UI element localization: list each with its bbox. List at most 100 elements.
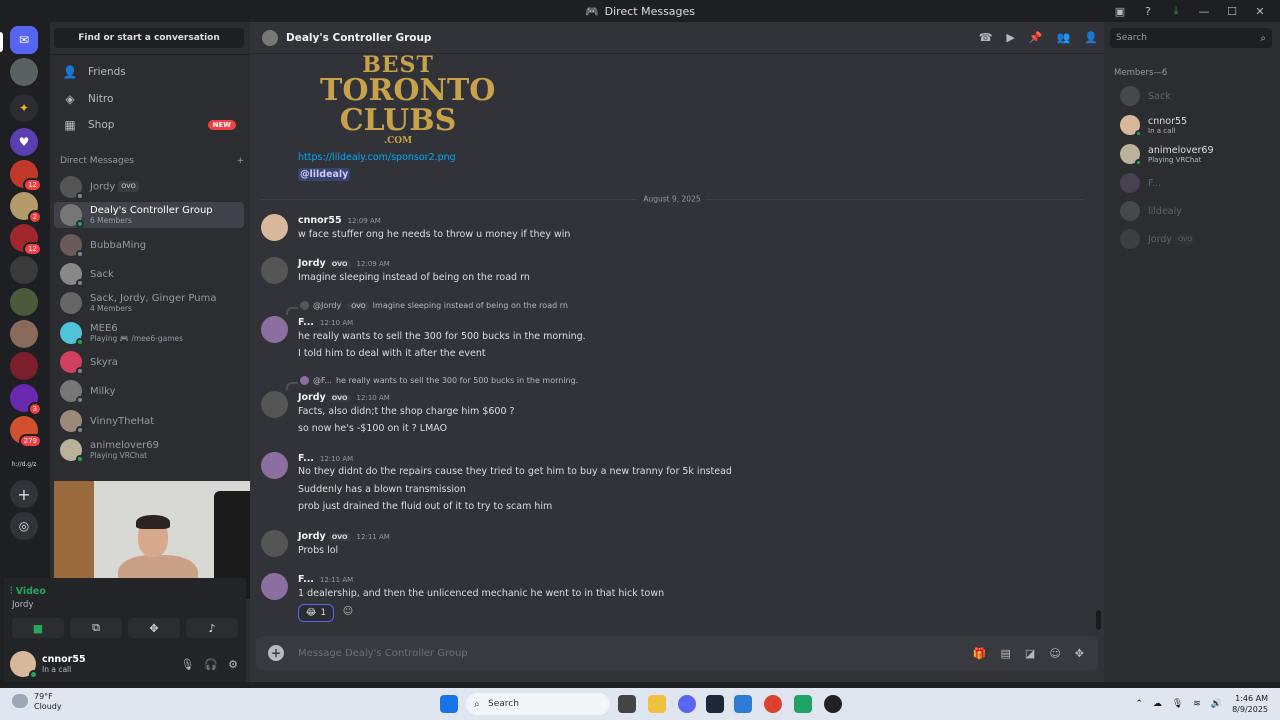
discover-icon[interactable]: ◎	[10, 512, 38, 540]
search-input[interactable]: Search ⌕	[1110, 28, 1272, 48]
server-icon[interactable]	[10, 58, 38, 86]
message-composer[interactable]: + Message Dealy's Controller Group 🎁 ▤ ◪…	[256, 636, 1098, 670]
add-friends-icon[interactable]: 👥	[1057, 31, 1071, 44]
server-icon[interactable]	[10, 352, 38, 380]
volume-icon[interactable]: 🔊	[1211, 699, 1222, 709]
server-icon[interactable]: 279	[10, 416, 42, 448]
dm-item[interactable]: Milky	[54, 378, 244, 404]
heart-server-icon[interactable]: ♥	[10, 128, 38, 156]
server-icon[interactable]: 12	[10, 224, 42, 256]
minimize-button[interactable]: —	[1190, 5, 1218, 18]
dm-item[interactable]: animelover69 Playing VRChat	[54, 437, 244, 463]
message-input[interactable]: Message Dealy's Controller Group	[298, 648, 468, 659]
soundboard-button[interactable]: ♪	[186, 618, 238, 638]
server-label-small[interactable]: h://d.g/z	[10, 450, 38, 478]
discord-taskbar-icon[interactable]	[678, 695, 696, 713]
add-reaction-icon[interactable]: ☺	[340, 606, 356, 620]
dm-item[interactable]: Skyra	[54, 349, 244, 375]
message-author[interactable]: Jordy	[298, 258, 326, 269]
download-icon[interactable]: ⤓	[1162, 4, 1190, 18]
member-item[interactable]: cnnor55 In a call	[1120, 113, 1270, 137]
server-icon[interactable]: 3	[10, 384, 42, 416]
pin-icon[interactable]: 📌	[1029, 31, 1043, 44]
message-avatar[interactable]	[261, 316, 288, 343]
video-icon[interactable]: ▶	[1006, 31, 1014, 44]
dm-item[interactable]: BubbaMing	[54, 232, 244, 258]
file-explorer-icon[interactable]	[648, 695, 666, 713]
dm-item[interactable]: Sack, Jordy, Ginger Puma 4 Members	[54, 290, 244, 316]
nav-nitro[interactable]: ◈ Nitro	[58, 87, 244, 111]
headphones-icon[interactable]: 🎧	[204, 658, 218, 671]
chrome-icon[interactable]	[764, 695, 782, 713]
message-avatar[interactable]	[261, 214, 288, 241]
message-author[interactable]: Jordy	[298, 531, 326, 542]
message-author[interactable]: cnnor55	[298, 215, 342, 226]
member-item[interactable]: Sack	[1120, 84, 1270, 108]
dm-item-active[interactable]: Dealy's Controller Group 6 Members	[54, 202, 244, 228]
find-conversation-button[interactable]: Find or start a conversation	[54, 28, 244, 48]
message-author[interactable]: Jordy	[298, 392, 326, 403]
add-server-icon[interactable]: +	[10, 480, 38, 508]
message-author[interactable]: F...	[298, 317, 314, 328]
activity-button[interactable]: ✥	[128, 618, 180, 638]
reply-preview[interactable]: @F... he really wants to sell the 300 for…	[286, 376, 578, 390]
member-item[interactable]: animelover69 Playing VRChat	[1120, 142, 1270, 166]
dm-item[interactable]: Jordy OVO	[54, 174, 244, 200]
taskbar-search[interactable]: ⌕ Search	[466, 693, 610, 715]
gift-icon[interactable]: 🎁	[973, 647, 987, 660]
gif-icon[interactable]: ▤	[1001, 647, 1011, 660]
clock[interactable]: 1:46 AM 8/9/2025	[1232, 693, 1268, 715]
nav-friends[interactable]: 👤 Friends	[58, 60, 244, 84]
apps-icon[interactable]: ✥	[1075, 647, 1084, 660]
dm-item[interactable]: VinnyTheHat	[54, 408, 244, 434]
server-icon[interactable]	[10, 288, 38, 316]
message-author[interactable]: F...	[298, 574, 314, 585]
scrollbar[interactable]	[1096, 610, 1101, 630]
member-item[interactable]: lildealy	[1120, 199, 1270, 223]
microphone-icon[interactable]: 🎙	[1172, 699, 1183, 709]
member-item[interactable]: Jordy OVO	[1120, 227, 1270, 251]
inbox-icon[interactable]: ▣	[1106, 5, 1134, 18]
message-avatar[interactable]	[261, 391, 288, 418]
nav-shop[interactable]: ▦ Shop NEW	[58, 113, 244, 137]
chevron-up-icon[interactable]: ⌃	[1135, 699, 1143, 709]
reply-preview[interactable]: @Jordy OVO Imagine sleeping instead of bei…	[286, 301, 568, 315]
server-icon[interactable]	[10, 256, 38, 284]
screenshare-button[interactable]: ⧉	[70, 618, 122, 638]
wifi-icon[interactable]: ≋	[1193, 699, 1201, 709]
server-icon[interactable]: 2	[10, 192, 42, 224]
nitro-server-icon[interactable]: ✦	[10, 94, 38, 122]
xbox-icon[interactable]	[794, 695, 812, 713]
server-icon[interactable]: 12	[10, 160, 42, 192]
maximize-button[interactable]: ☐	[1218, 5, 1246, 18]
message-avatar[interactable]	[261, 257, 288, 284]
message-avatar[interactable]	[261, 452, 288, 479]
member-item[interactable]: F...	[1120, 171, 1270, 195]
cloud-icon[interactable]: ☁	[1153, 699, 1162, 709]
dm-item[interactable]: MEE6 Playing 🎮 /mee6-games	[54, 320, 244, 346]
emoji-icon[interactable]: ☺	[1049, 647, 1060, 660]
mention[interactable]: @lildealy	[298, 168, 351, 181]
user-avatar[interactable]	[10, 651, 38, 679]
reaction-pill[interactable]: 😂 1	[298, 604, 334, 622]
task-view-icon[interactable]	[618, 695, 636, 713]
call-icon[interactable]: ☎	[979, 31, 993, 44]
sticker-icon[interactable]: ◪	[1025, 647, 1035, 660]
message-link[interactable]: https://lildealy.com/sponsor2.png	[298, 152, 456, 163]
server-icon[interactable]	[10, 320, 38, 348]
members-icon[interactable]: 👤	[1084, 31, 1098, 44]
microphone-icon[interactable]: 🎙	[180, 658, 194, 671]
steam-icon[interactable]	[706, 695, 724, 713]
attach-plus-icon[interactable]: +	[268, 645, 284, 661]
message-avatar[interactable]	[261, 530, 288, 557]
close-button[interactable]: ✕	[1246, 5, 1274, 18]
obs-icon[interactable]	[824, 695, 842, 713]
start-icon[interactable]	[440, 695, 458, 713]
message-avatar[interactable]	[261, 573, 288, 600]
weather-widget[interactable]: 79°F Cloudy	[12, 692, 62, 712]
app-icon[interactable]	[734, 695, 752, 713]
gear-icon[interactable]: ⚙	[228, 658, 238, 671]
help-icon[interactable]: ?	[1134, 5, 1162, 18]
dm-item[interactable]: Sack	[54, 261, 244, 287]
camera-button[interactable]: ■	[12, 618, 64, 638]
